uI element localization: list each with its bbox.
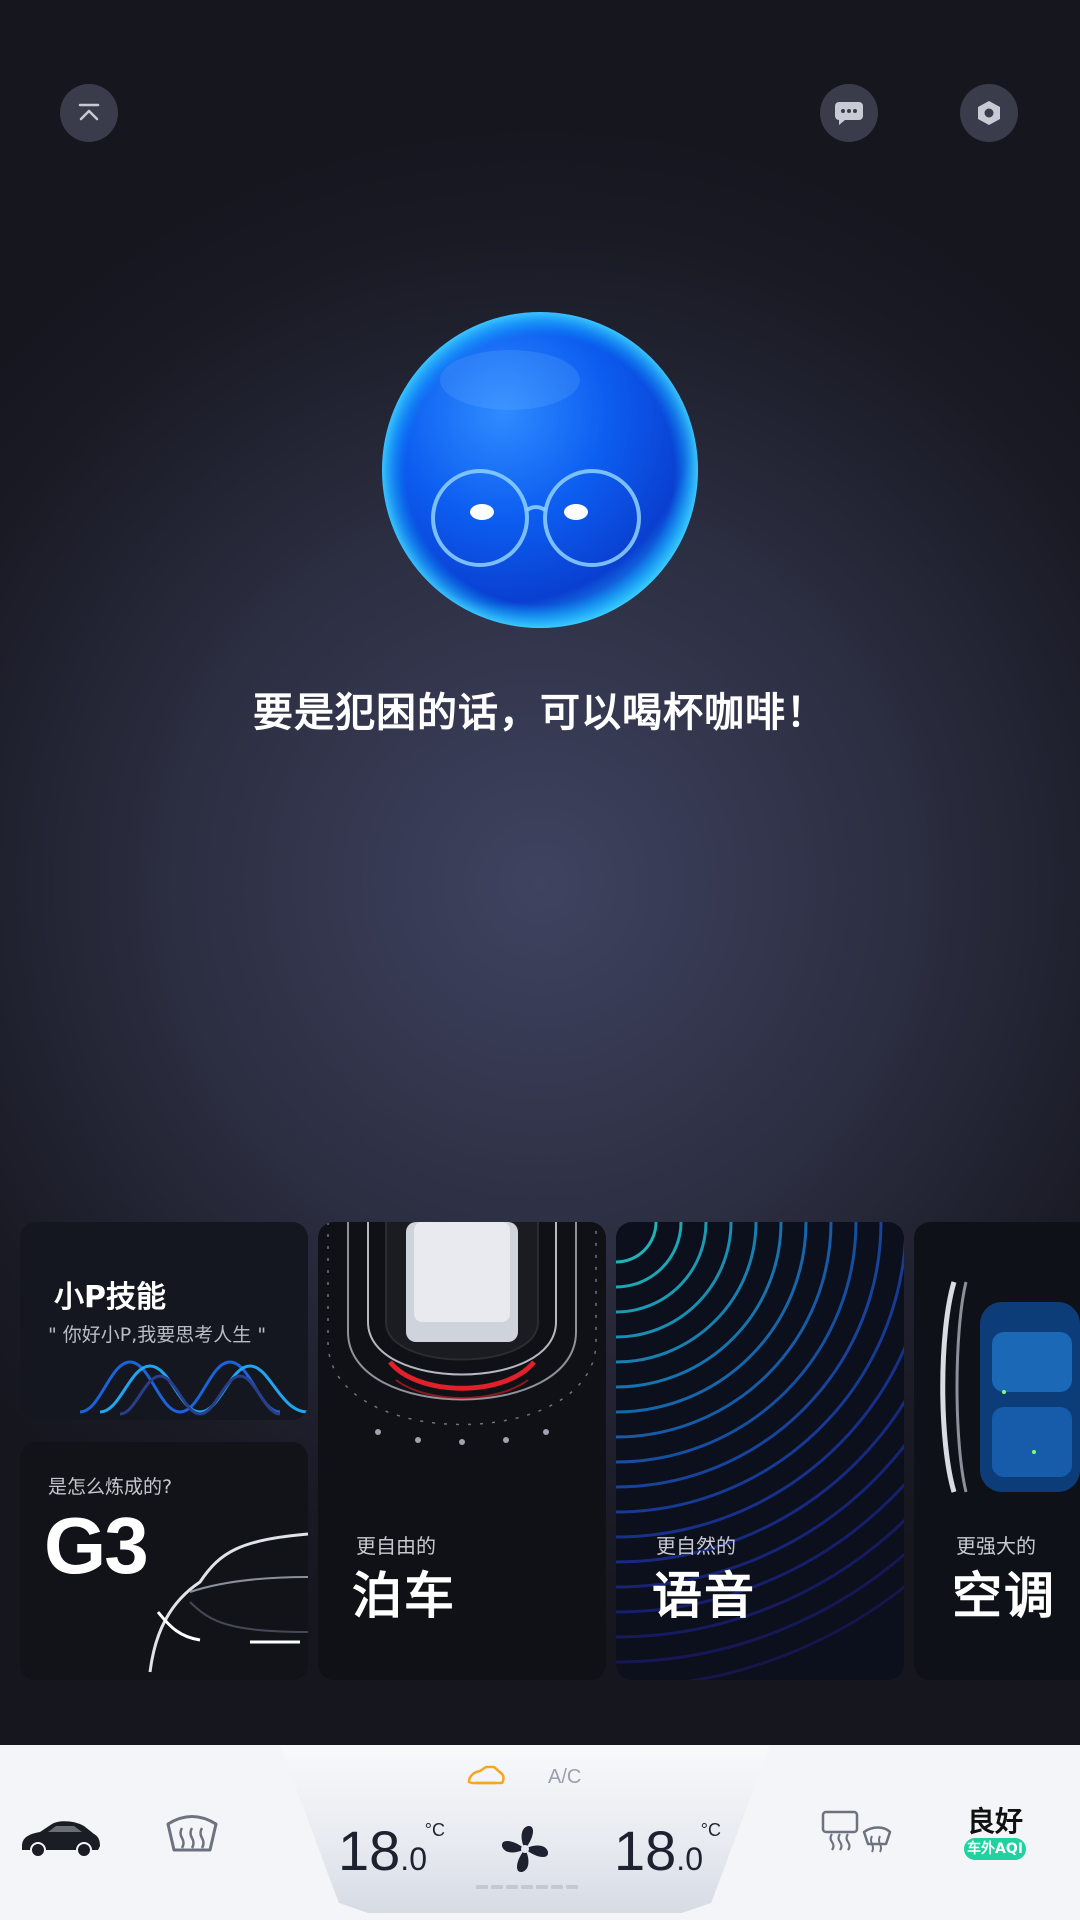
right-temperature[interactable]: 18.0 °C xyxy=(614,1818,721,1883)
skills-card[interactable]: 小P技能 " 你好小P,我要思考人生 " xyxy=(20,1222,308,1420)
settings-button[interactable] xyxy=(960,84,1018,142)
fan-level-segment xyxy=(476,1885,488,1889)
assistant-message: 要是犯困的话，可以喝杯咖啡！ xyxy=(253,690,827,736)
aqi-status[interactable]: 良好 xyxy=(960,1800,1030,1840)
parking-subtitle: 更自由的 xyxy=(356,1534,436,1558)
right-temp-int: 18 xyxy=(614,1819,677,1882)
car-interior-graphic xyxy=(940,1281,1080,1493)
fan-level-segment xyxy=(551,1885,563,1889)
collapse-button[interactable] xyxy=(60,84,118,142)
chat-bubble-icon xyxy=(835,102,863,125)
ac-card[interactable]: 更强大的 空调 xyxy=(914,1222,1080,1680)
front-defrost-icon[interactable] xyxy=(164,1810,220,1858)
voice-subtitle: 更自然的 xyxy=(656,1534,736,1558)
ac-toggle[interactable]: A/C xyxy=(548,1766,581,1789)
car-parking-graphic xyxy=(327,1222,597,1445)
voice-wave-graphic xyxy=(80,1360,308,1416)
car-status-icon[interactable] xyxy=(18,1812,102,1860)
chat-button[interactable] xyxy=(820,84,878,142)
parking-title: 泊车 xyxy=(352,1567,456,1625)
parking-card[interactable]: 更自由的 泊车 xyxy=(318,1222,606,1680)
rear-defrost-icon[interactable] xyxy=(820,1808,892,1858)
fan-level-segment xyxy=(566,1885,578,1889)
aqi-badge: 车外AQI xyxy=(964,1838,1026,1860)
car-mode-icon[interactable] xyxy=(466,1764,506,1790)
fan-icon[interactable] xyxy=(498,1822,552,1876)
left-temp-unit: °C xyxy=(424,1820,445,1840)
skills-title: 小P技能 xyxy=(54,1280,166,1315)
settings-hexagon-icon xyxy=(978,101,1000,125)
left-temp-dec: .0 xyxy=(400,1841,427,1877)
voice-card[interactable]: 更自然的 语音 xyxy=(616,1222,904,1680)
ac-subtitle: 更强大的 xyxy=(956,1534,1036,1558)
left-temperature[interactable]: 18.0 °C xyxy=(338,1818,445,1883)
fan-level-segment xyxy=(506,1885,518,1889)
voice-title: 语音 xyxy=(652,1567,756,1625)
fan-level-segment xyxy=(491,1885,503,1889)
g3-card[interactable]: 是怎么炼成的? G3 xyxy=(20,1442,308,1680)
assistant-avatar[interactable] xyxy=(380,310,700,630)
fan-level-segment xyxy=(536,1885,548,1889)
skills-subtitle: " 你好小P,我要思考人生 " xyxy=(48,1324,267,1346)
left-temp-int: 18 xyxy=(338,1819,401,1882)
fan-level-segment xyxy=(521,1885,533,1889)
right-temp-unit: °C xyxy=(700,1820,721,1840)
fan-level-indicator xyxy=(476,1885,578,1889)
collapse-up-icon xyxy=(78,103,100,121)
car-silhouette-graphic xyxy=(148,1532,308,1673)
right-temp-dec: .0 xyxy=(676,1841,703,1877)
ac-title: 空调 xyxy=(952,1567,1056,1625)
